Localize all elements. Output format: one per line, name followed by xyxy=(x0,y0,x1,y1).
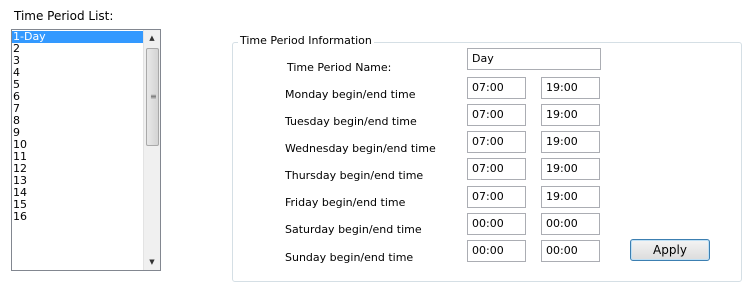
time-period-info-title: Time Period Information xyxy=(238,34,374,47)
day-time-label: Friday begin/end time xyxy=(285,196,406,209)
day-time-label: Saturday begin/end time xyxy=(285,223,422,236)
day-begin-time-field[interactable]: 07:00 xyxy=(467,158,526,180)
list-item[interactable]: 3 xyxy=(12,55,144,67)
scroll-down-arrow-icon[interactable]: ▼ xyxy=(144,254,160,270)
day-begin-time-field[interactable]: 07:00 xyxy=(467,186,526,208)
list-item[interactable]: 6 xyxy=(12,91,144,103)
time-period-list-title: Time Period List: xyxy=(14,9,114,23)
day-begin-time-field[interactable]: 07:00 xyxy=(467,77,526,99)
day-end-time-field[interactable]: 19:00 xyxy=(541,131,600,153)
time-period-name-label: Time Period Name: xyxy=(287,61,392,74)
list-item[interactable]: 16 xyxy=(12,211,144,223)
day-begin-time-field[interactable]: 07:00 xyxy=(467,131,526,153)
list-item[interactable]: 13 xyxy=(12,175,144,187)
listbox-scrollbar[interactable]: ▲ ≡ ▼ xyxy=(143,30,160,270)
day-end-time-field[interactable]: 19:00 xyxy=(541,186,600,208)
scrollbar-grip-icon: ≡ xyxy=(150,92,157,101)
list-item[interactable]: 8 xyxy=(12,115,144,127)
list-item[interactable]: 14 xyxy=(12,187,144,199)
scrollbar-thumb[interactable]: ≡ xyxy=(146,48,159,146)
day-end-time-field[interactable]: 00:00 xyxy=(541,213,600,235)
day-begin-time-field[interactable]: 00:00 xyxy=(467,213,526,235)
day-time-label: Sunday begin/end time xyxy=(285,251,414,264)
day-end-time-field[interactable]: 00:00 xyxy=(541,240,600,262)
day-end-time-field[interactable]: 19:00 xyxy=(541,104,600,126)
day-begin-time-field[interactable]: 07:00 xyxy=(467,104,526,126)
day-begin-time-field[interactable]: 00:00 xyxy=(467,240,526,262)
list-item[interactable]: 5 xyxy=(12,79,144,91)
list-item[interactable]: 10 xyxy=(12,139,144,151)
list-item[interactable]: 12 xyxy=(12,163,144,175)
list-item[interactable]: 4 xyxy=(12,67,144,79)
list-item[interactable]: 15 xyxy=(12,199,144,211)
day-time-label: Wednesday begin/end time xyxy=(285,142,436,155)
list-item[interactable]: 9 xyxy=(12,127,144,139)
apply-button[interactable]: Apply xyxy=(630,239,710,261)
day-end-time-field[interactable]: 19:00 xyxy=(541,77,600,99)
day-time-label: Tuesday begin/end time xyxy=(285,115,417,128)
list-item[interactable]: 11 xyxy=(12,151,144,163)
time-period-listbox[interactable]: 1-Day 2 3 4 5 6 7 8 9 10 11 12 13 14 15 16 ▲ ≡ ▼ xyxy=(11,29,161,271)
day-time-label: Thursday begin/end time xyxy=(285,169,424,182)
list-item[interactable]: 7 xyxy=(12,103,144,115)
time-period-list-items: 1-Day 2 3 4 5 6 7 8 9 10 11 12 13 14 15 16 xyxy=(12,31,144,223)
day-end-time-field[interactable]: 19:00 xyxy=(541,158,600,180)
time-period-name-field[interactable]: Day xyxy=(467,48,601,70)
list-item[interactable]: 1-Day xyxy=(12,31,144,43)
day-time-label: Monday begin/end time xyxy=(285,88,416,101)
scroll-up-arrow-icon[interactable]: ▲ xyxy=(144,30,160,46)
list-item[interactable]: 2 xyxy=(12,43,144,55)
